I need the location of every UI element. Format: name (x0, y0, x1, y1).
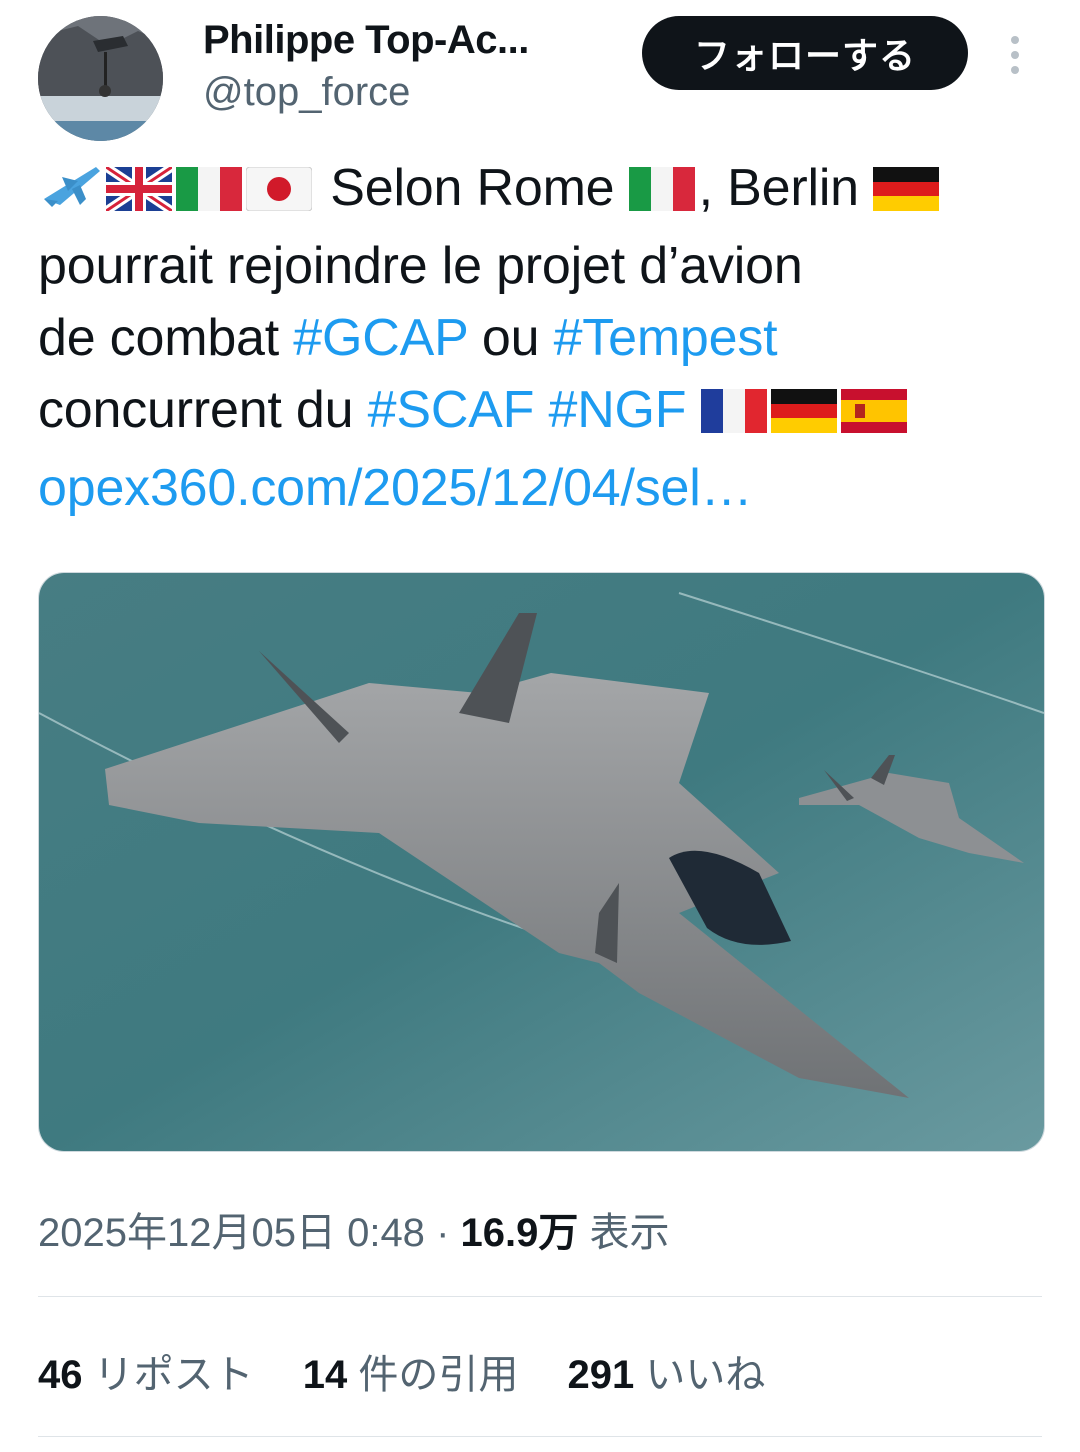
likes-stat[interactable]: 291 いいね (568, 1353, 766, 1397)
tweet-text-1: Selon Rome (330, 159, 615, 217)
tweet-meta: 2025年12月05日 0:48 · 16.9万 表示 (38, 1200, 670, 1258)
hashtag-ngf[interactable]: #NGF (548, 381, 686, 439)
germany-flag-icon (873, 158, 940, 230)
italy-flag-icon (628, 158, 695, 230)
quotes-count: 14 (302, 1353, 348, 1397)
tweet-text-2: , Berlin (698, 159, 859, 217)
italy-flag-icon (176, 158, 242, 230)
user-handle[interactable]: @top_force (203, 70, 410, 115)
more-icon[interactable] (1000, 34, 1030, 78)
hashtag-scaf[interactable]: #SCAF (368, 381, 535, 439)
uk-flag-icon (103, 158, 175, 230)
engagement-stats: 46 リポスト 14 件の引用 291 いいね (38, 1342, 803, 1400)
hashtag-tempest[interactable]: #Tempest (554, 309, 778, 367)
follow-button[interactable]: フォローする (642, 16, 968, 90)
timestamp[interactable]: 2025年12月05日 0:48 (38, 1211, 425, 1255)
avatar[interactable] (38, 16, 163, 141)
tweet-text: Selon Rome , Berlin pourrait rejoindre l… (38, 152, 1048, 524)
tweet-image[interactable] (38, 572, 1045, 1152)
divider-bottom (38, 1436, 1042, 1437)
tweet-text-4: de combat (38, 309, 280, 367)
views-label: 表示 (589, 1211, 670, 1255)
display-name[interactable]: Philippe Top-Ac... (203, 18, 529, 63)
tweet-text-5: ou (481, 309, 540, 367)
france-flag-icon (700, 380, 767, 452)
tweet-text-6: concurrent du (38, 381, 354, 439)
airplane-icon (38, 158, 102, 230)
divider-top (38, 1296, 1042, 1297)
quotes-label: 件の引用 (358, 1353, 519, 1397)
hashtag-gcap[interactable]: #GCAP (293, 309, 468, 367)
spain-flag-icon (840, 380, 907, 452)
tweet-header: Philippe Top-Ac... @top_force フォローする (38, 12, 1056, 141)
reposts-stat[interactable]: 46 リポスト (38, 1353, 265, 1397)
reposts-count: 46 (38, 1353, 83, 1397)
views-count: 16.9万 (460, 1211, 579, 1255)
germany-flag-icon (770, 380, 837, 452)
quotes-stat[interactable]: 14 件の引用 (303, 1353, 530, 1397)
article-link[interactable]: opex360.com/2025/12/04/sel… (38, 459, 753, 517)
likes-count: 291 (567, 1353, 635, 1397)
reposts-label: リポスト (93, 1353, 254, 1397)
meta-separator: · (436, 1211, 450, 1255)
tweet-text-3: pourrait rejoindre le projet d’avion (38, 237, 803, 295)
likes-label: いいね (645, 1353, 766, 1397)
japan-flag-icon (245, 158, 313, 230)
